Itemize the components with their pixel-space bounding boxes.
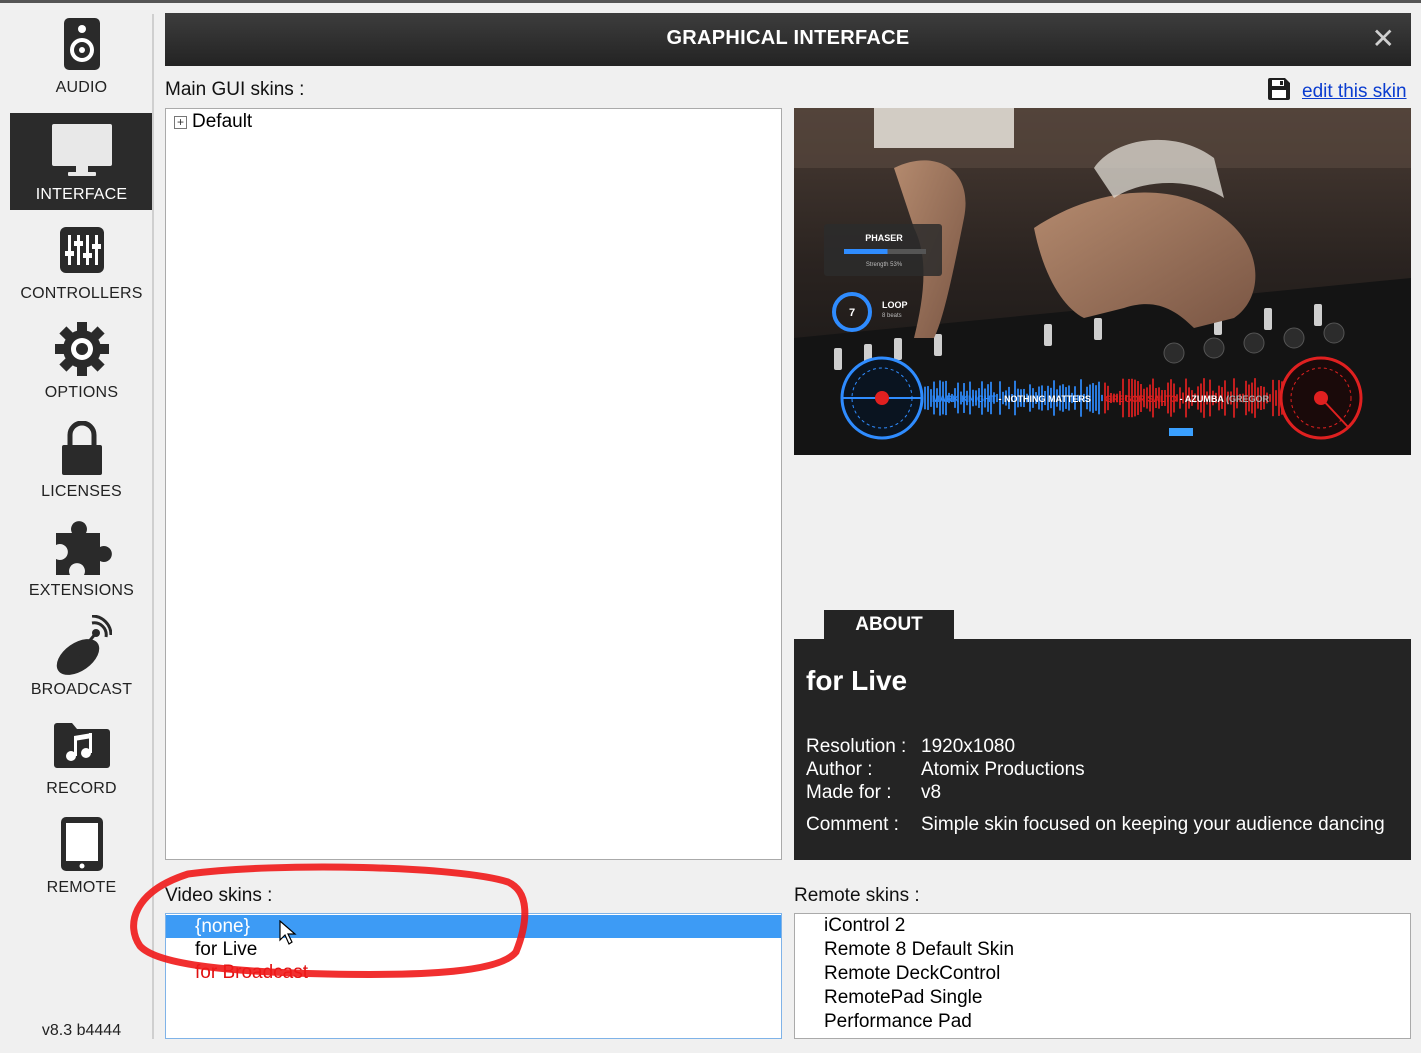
sidebar-item-controllers[interactable]: CONTROLLERS xyxy=(10,212,153,309)
list-item[interactable]: {none} xyxy=(166,915,781,938)
left-artist: MARK KNIGHT xyxy=(932,394,996,404)
remote-skins-list[interactable]: iControl 2 Remote 8 Default Skin Remote … xyxy=(794,913,1411,1039)
right-extra: (GREGOR xyxy=(1224,394,1270,404)
video-skins-list[interactable]: {none} for Live for Broadcast xyxy=(165,913,782,1039)
puzzle-icon xyxy=(10,517,153,577)
waveform-bar xyxy=(927,386,929,410)
window-top-border xyxy=(0,0,1421,3)
sidebar-item-record[interactable]: RECORD xyxy=(10,707,153,804)
loop-label: LOOP xyxy=(882,300,908,310)
about-key: Comment : xyxy=(806,814,899,835)
sidebar-item-label: LICENSES xyxy=(41,483,122,500)
sidebar-item-licenses[interactable]: LICENSES xyxy=(10,410,153,507)
satellite-dish-icon xyxy=(10,615,153,676)
monitor-icon xyxy=(10,121,153,181)
expand-toggle-icon[interactable]: + xyxy=(174,115,187,129)
about-row-comment: Comment : Simple skin focused on keeping … xyxy=(806,814,1385,836)
sidebar-item-extensions[interactable]: EXTENSIONS xyxy=(10,509,153,606)
about-key: Author : xyxy=(806,759,873,780)
waveform-bar xyxy=(1275,390,1277,406)
sidebar-item-label: BROADCAST xyxy=(30,681,133,698)
lock-icon xyxy=(10,418,153,478)
version-label: v8.3 b4444 xyxy=(41,1022,122,1039)
phaser-sub-label: Strength 53% xyxy=(866,262,903,268)
list-item[interactable]: Performance Pad xyxy=(795,1010,1410,1034)
about-key: Resolution : xyxy=(806,736,907,757)
floppy-disk-icon[interactable] xyxy=(1268,78,1290,105)
waveform-bar xyxy=(1095,385,1097,411)
right-title: - AZUMBA xyxy=(1177,394,1224,404)
about-value: Atomix Productions xyxy=(921,759,1085,780)
sidebar-item-label: REMOTE xyxy=(46,879,117,896)
close-icon[interactable]: ✕ xyxy=(1372,22,1395,55)
waveform-bar xyxy=(1092,383,1094,413)
sidebar-item-broadcast[interactable]: BROADCAST xyxy=(10,608,153,705)
gear-icon xyxy=(10,319,153,379)
main-skins-label: Main GUI skins : xyxy=(165,79,305,100)
sidebar-item-options[interactable]: OPTIONS xyxy=(10,311,153,408)
sidebar-item-label: EXTENSIONS xyxy=(28,582,135,599)
edit-skin-button[interactable]: edit this skin xyxy=(1302,81,1407,103)
loop-number: 7 xyxy=(849,307,855,319)
right-artist: GREGOR SALTO xyxy=(1105,394,1177,404)
tree-item-label: Default xyxy=(192,111,253,132)
dialog-title: GRAPHICAL INTERFACE xyxy=(666,27,910,49)
phaser-label: PHASER xyxy=(865,233,903,243)
list-item[interactable]: Remote 8 Default Skin xyxy=(795,938,1410,962)
list-item[interactable]: Remote DeckControl xyxy=(795,962,1410,986)
waveform-bar xyxy=(1269,394,1271,402)
sidebar-item-label: OPTIONS xyxy=(44,384,119,401)
waveform-bar xyxy=(1098,381,1100,415)
sidebar-item-label: INTERFACE xyxy=(35,186,128,203)
svg-text:GREGOR SALTO - AZUMBA (GREGOR: GREGOR SALTO - AZUMBA (GREGOR xyxy=(1105,394,1270,404)
remote-skins-label: Remote skins : xyxy=(794,885,920,906)
sidebar-item-label: RECORD xyxy=(46,780,117,797)
about-key: Made for : xyxy=(806,782,892,803)
left-title: - NOTHING MATTERS xyxy=(996,394,1091,404)
tree-item-default[interactable]: + Default xyxy=(174,111,252,133)
list-item[interactable]: iControl 2 xyxy=(795,914,1410,938)
sidebar-item-audio[interactable]: AUDIO xyxy=(10,6,153,103)
about-value: 1920x1080 xyxy=(921,736,1016,757)
tablet-icon xyxy=(10,814,153,874)
about-skin-title: for Live xyxy=(806,665,908,696)
phaser-level-bar xyxy=(844,249,888,254)
about-row-author: Author : Atomix Productions xyxy=(806,759,1085,781)
skin-preview-image: PHASER Strength 53% 7 LOOP 8 beats MARK … xyxy=(794,108,1411,455)
sidebar-item-remote[interactable]: REMOTE xyxy=(10,806,153,903)
about-row-resolution: Resolution : 1920x1080 xyxy=(806,736,1015,758)
video-skins-label: Video skins : xyxy=(165,885,273,906)
waveform-bar xyxy=(1272,379,1274,417)
sidebar-item-interface[interactable]: INTERFACE xyxy=(10,113,153,210)
about-tab[interactable]: ABOUT xyxy=(824,610,954,640)
waveform-bar xyxy=(1101,394,1103,402)
about-value: v8 xyxy=(921,782,942,803)
list-item[interactable]: for Live xyxy=(166,938,781,961)
dialog-header: GRAPHICAL INTERFACE ✕ xyxy=(165,13,1411,66)
mouse-cursor-icon xyxy=(279,920,297,945)
edit-skin-link[interactable]: edit this skin xyxy=(1268,78,1407,105)
speaker-icon xyxy=(10,14,153,74)
settings-sidebar: AUDIO INTERFACE CONTROLLERS OPTIONS LICE… xyxy=(0,3,153,1053)
list-item[interactable]: RemotePad Single xyxy=(795,986,1410,1010)
list-item[interactable]: for Broadcast xyxy=(166,961,781,984)
sidebar-item-label: AUDIO xyxy=(55,79,108,96)
music-folder-icon xyxy=(10,715,153,775)
sidebar-divider xyxy=(152,14,154,1039)
about-panel: for Live Resolution :1920x1080 Author :A… xyxy=(794,639,1411,860)
svg-text:MARK KNIGHT - NOTHING MATTERS: MARK KNIGHT - NOTHING MATTERS xyxy=(932,394,1091,404)
main-skins-list[interactable]: + Default xyxy=(165,108,782,860)
mixer-sliders-icon xyxy=(10,220,153,280)
waveform-bar xyxy=(924,386,926,410)
loop-sub-label: 8 beats xyxy=(882,313,902,319)
dj-preview-scene: PHASER Strength 53% 7 LOOP 8 beats MARK … xyxy=(794,108,1411,455)
about-value: Simple skin focused on keeping your audi… xyxy=(921,814,1385,835)
about-row-made-for: Made for : v8 xyxy=(806,782,941,804)
sidebar-item-label: CONTROLLERS xyxy=(20,285,143,302)
